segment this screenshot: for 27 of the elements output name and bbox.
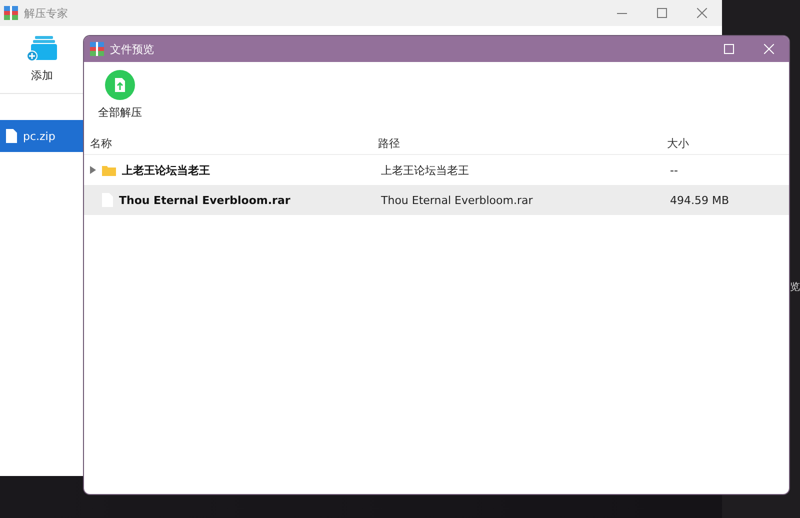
archive-item[interactable]: pc.zip	[0, 120, 84, 152]
maximize-icon	[657, 8, 667, 18]
add-folder-icon	[27, 36, 57, 62]
table-row[interactable]: Thou Eternal Everbloom.rar Thou Eternal Everbloom.rar 494.59 MB	[84, 185, 789, 215]
desktop-text: 览	[790, 281, 800, 294]
file-path: 上老王论坛当老王	[380, 162, 470, 178]
file-icon	[6, 129, 17, 143]
window-title: 文件预览	[110, 42, 154, 56]
file-name: Thou Eternal Everbloom.rar	[119, 194, 290, 206]
expand-caret-icon[interactable]	[90, 166, 96, 174]
file-name: 上老王论坛当老王	[122, 162, 210, 178]
file-size: --	[669, 164, 679, 176]
column-header[interactable]: 名称	[84, 136, 372, 150]
app-icon	[90, 42, 104, 56]
extract-all-button[interactable]: 全部解压	[94, 70, 146, 120]
close-icon	[697, 8, 707, 18]
app-icon	[4, 6, 18, 20]
file-path: Thou Eternal Everbloom.rar	[380, 194, 534, 206]
folder-icon	[102, 164, 116, 176]
close-icon	[764, 44, 774, 54]
window-title: 解压专家	[24, 6, 68, 20]
column-header[interactable]: 大小	[661, 136, 789, 150]
column-header[interactable]: 路径	[372, 136, 661, 150]
minimize-icon	[617, 12, 627, 14]
extract-icon	[105, 70, 135, 100]
file-size: 494.59 MB	[669, 194, 730, 206]
maximize-icon	[724, 44, 734, 54]
